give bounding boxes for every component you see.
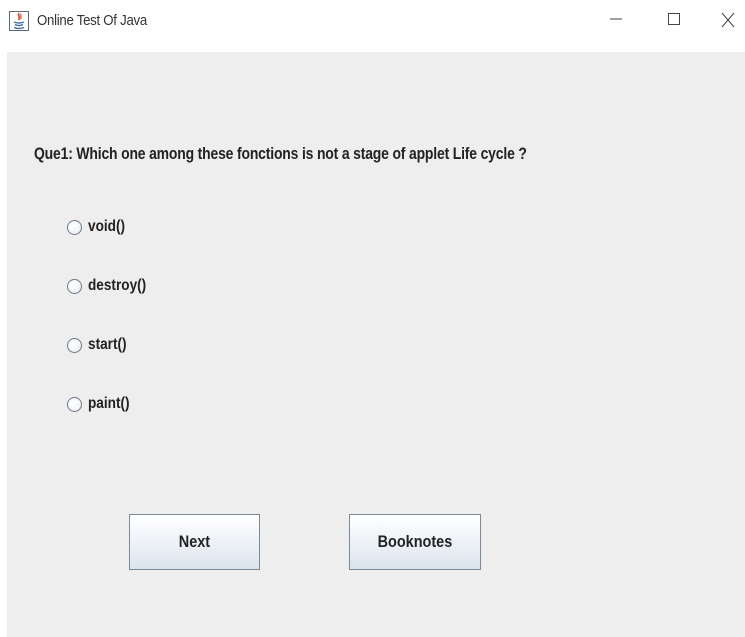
radio-button[interactable] bbox=[67, 396, 82, 412]
option-label: void() bbox=[88, 218, 126, 235]
radio-button[interactable] bbox=[67, 278, 82, 294]
option-paint[interactable]: paint() bbox=[67, 393, 137, 415]
option-destroy[interactable]: destroy() bbox=[67, 275, 156, 297]
java-icon bbox=[9, 11, 29, 31]
option-label: destroy() bbox=[88, 277, 147, 294]
app-window: Online Test Of Java Que1: Which one amon… bbox=[0, 0, 745, 637]
option-void[interactable]: void() bbox=[67, 216, 132, 238]
close-button[interactable] bbox=[705, 0, 745, 40]
booknotes-button-label: Booknotes bbox=[377, 532, 453, 551]
radio-button[interactable] bbox=[67, 219, 82, 235]
maximize-button[interactable] bbox=[652, 0, 698, 40]
next-button[interactable]: Next bbox=[129, 514, 260, 570]
minimize-button[interactable] bbox=[594, 0, 640, 40]
option-label: paint() bbox=[88, 395, 130, 412]
booknotes-button[interactable]: Booknotes bbox=[349, 514, 481, 570]
question-text: Que1: Which one among these fonctions is… bbox=[34, 144, 527, 163]
option-label: start() bbox=[88, 336, 127, 353]
close-icon bbox=[721, 12, 735, 28]
window-title: Online Test Of Java bbox=[37, 12, 147, 29]
content-panel: Que1: Which one among these fonctions is… bbox=[7, 52, 745, 637]
radio-button[interactable] bbox=[67, 337, 82, 353]
maximize-icon bbox=[668, 13, 680, 25]
option-start[interactable]: start() bbox=[67, 334, 133, 356]
minimize-icon bbox=[610, 18, 622, 20]
title-bar: Online Test Of Java bbox=[0, 0, 745, 52]
next-button-label: Next bbox=[178, 532, 211, 551]
